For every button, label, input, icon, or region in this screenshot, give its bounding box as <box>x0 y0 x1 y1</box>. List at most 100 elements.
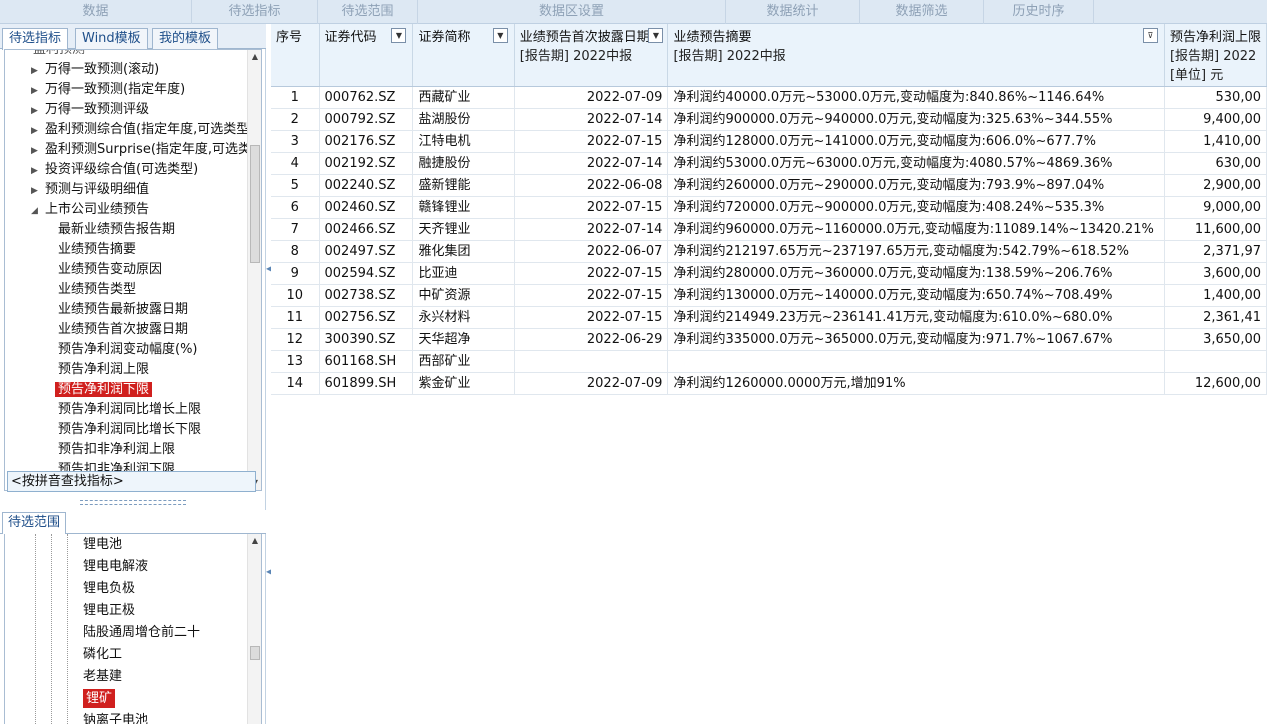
toolbar-section-indicators[interactable]: 待选指标 <box>192 0 318 24</box>
header-first-date[interactable]: 业绩预告首次披露日期 [报告期] 2022中报 ▼ <box>514 24 669 87</box>
tree-sub-item[interactable]: 预告净利润上限 <box>55 360 149 380</box>
table-row[interactable]: 14 601899.SH 紫金矿业 2022-07-09 净利润约1260000.000… <box>271 372 1267 395</box>
cell-code[interactable]: 002738.SZ <box>319 284 414 307</box>
cell-code[interactable]: 002756.SZ <box>319 306 414 329</box>
cell-date[interactable]: 2022-07-14 <box>514 152 669 175</box>
cell-code[interactable]: 601899.SH <box>319 372 414 395</box>
cell-summary[interactable]: 净利润约960000.0万元~1160000.0万元,变动幅度为:11089.1… <box>667 218 1165 241</box>
cell-name[interactable]: 赣锋锂业 <box>412 196 515 219</box>
tab-wind-template[interactable]: Wind模板 <box>75 28 148 49</box>
tree-sub-item[interactable]: 预告扣非净利润上限 <box>55 440 175 460</box>
tree-sub-item[interactable]: 业绩预告变动原因 <box>55 260 162 280</box>
cell-name[interactable]: 盐湖股份 <box>412 108 515 131</box>
cell-seq[interactable]: 2 <box>271 108 320 131</box>
table-row[interactable]: 4 002192.SZ 融捷股份 2022-07-14 净利润约53000.0万元~63… <box>271 152 1267 175</box>
tree-scrollbar[interactable]: ▲ ▼ <box>247 50 261 490</box>
cell-code[interactable]: 601168.SH <box>319 350 414 373</box>
tree-item[interactable]: ▶ 万得一致预测(滚动) <box>31 60 159 80</box>
cell-summary[interactable]: 净利润约214949.23万元~236141.41万元,变动幅度为:610.0%… <box>667 306 1165 329</box>
range-list-item[interactable]: 钠离子电池 <box>83 710 148 724</box>
tab-indicators[interactable]: 待选指标 <box>2 28 69 50</box>
toolbar-section-data-area[interactable]: 数据区设置 <box>418 0 726 24</box>
tree-sub-item[interactable]: 业绩预告摘要 <box>55 240 136 260</box>
tree-sub-item[interactable]: 最新业绩预告报告期 <box>55 220 175 240</box>
tab-range[interactable]: 待选范围 <box>2 512 67 534</box>
header-code[interactable]: 证券代码 ▼ <box>319 24 414 87</box>
cell-date[interactable]: 2022-07-15 <box>514 284 669 307</box>
cell-seq[interactable]: 6 <box>271 196 320 219</box>
toolbar-section-statistics[interactable]: 数据统计 <box>726 0 860 24</box>
dropdown-filter-icon[interactable]: ▼ <box>391 28 407 43</box>
cell-date[interactable]: 2022-06-07 <box>514 240 669 263</box>
pinyin-search-input[interactable]: <按拼音查找指标> <box>7 471 256 492</box>
cell-name[interactable]: 永兴材料 <box>412 306 515 329</box>
cell-date[interactable]: 2022-07-15 <box>514 306 669 329</box>
cell-seq[interactable]: 9 <box>271 262 320 285</box>
toolbar-section-history[interactable]: 历史时序 <box>984 0 1094 24</box>
range-list-item[interactable]: 锂电正极 <box>83 600 135 622</box>
range-list-item[interactable]: 锂电电解液 <box>83 556 148 578</box>
cell-summary[interactable]: 净利润约130000.0万元~140000.0万元,变动幅度为:650.74%~… <box>667 284 1165 307</box>
cell-summary[interactable]: 净利润约212197.65万元~237197.65万元,变动幅度为:542.79… <box>667 240 1165 263</box>
cell-date[interactable]: 2022-07-15 <box>514 262 669 285</box>
cell-date[interactable]: 2022-07-15 <box>514 130 669 153</box>
cell-code[interactable]: 000762.SZ <box>319 86 414 109</box>
cell-seq[interactable]: 11 <box>271 306 320 329</box>
expand-triangle-icon[interactable]: ▶ <box>31 181 45 201</box>
tree-item[interactable]: ▶ 万得一致预测评级 <box>31 100 149 120</box>
expand-triangle-icon[interactable]: ▶ <box>31 61 45 81</box>
toolbar-section-data[interactable]: 数据 <box>0 0 192 24</box>
table-row[interactable]: 8 002497.SZ 雅化集团 2022-06-07 净利润约212197.65万元~… <box>271 240 1267 263</box>
tree-item-partial[interactable]: 盈利预测 <box>33 50 85 60</box>
table-row[interactable]: 13 601168.SH 西部矿业 <box>271 350 1267 373</box>
cell-upper[interactable]: 3,650,00 <box>1164 328 1267 351</box>
table-row[interactable]: 5 002240.SZ 盛新锂能 2022-06-08 净利润约260000.0万元~2… <box>271 174 1267 197</box>
cell-summary[interactable]: 净利润约900000.0万元~940000.0万元,变动幅度为:325.63%~… <box>667 108 1165 131</box>
cell-summary[interactable]: 净利润约53000.0万元~63000.0万元,变动幅度为:4080.57%~4… <box>667 152 1165 175</box>
cell-summary[interactable]: 净利润约260000.0万元~290000.0万元,变动幅度为:793.9%~8… <box>667 174 1165 197</box>
cell-date[interactable]: 2022-07-09 <box>514 372 669 395</box>
cell-upper[interactable]: 630,00 <box>1164 152 1267 175</box>
cell-seq[interactable]: 12 <box>271 328 320 351</box>
cell-name[interactable]: 中矿资源 <box>412 284 515 307</box>
collapse-triangle-icon[interactable]: ◢ <box>31 201 45 221</box>
table-row[interactable]: 9 002594.SZ 比亚迪 2022-07-15 净利润约280000.0万元~36… <box>271 262 1267 285</box>
header-seq[interactable]: 序号 <box>271 24 320 87</box>
cell-date[interactable] <box>514 350 669 373</box>
cell-code[interactable]: 002192.SZ <box>319 152 414 175</box>
tree-sub-item[interactable]: 业绩预告首次披露日期 <box>55 320 188 340</box>
tree-item[interactable]: ▶ 盈利预测综合值(指定年度,可选类型 <box>31 120 249 140</box>
cell-code[interactable]: 002176.SZ <box>319 130 414 153</box>
table-row[interactable]: 1 000762.SZ 西藏矿业 2022-07-09 净利润约40000.0万元~53… <box>271 86 1267 109</box>
expand-triangle-icon[interactable]: ▶ <box>31 101 45 121</box>
cell-upper[interactable]: 12,600,00 <box>1164 372 1267 395</box>
tree-item[interactable]: ▶ 万得一致预测(指定年度) <box>31 80 185 100</box>
cell-name[interactable]: 融捷股份 <box>412 152 515 175</box>
cell-summary[interactable] <box>667 350 1165 373</box>
cell-date[interactable]: 2022-07-09 <box>514 86 669 109</box>
cell-upper[interactable]: 11,600,00 <box>1164 218 1267 241</box>
range-list-item[interactable]: 锂电池 <box>83 534 122 556</box>
cell-code[interactable]: 002466.SZ <box>319 218 414 241</box>
cell-date[interactable]: 2022-07-15 <box>514 196 669 219</box>
cell-code[interactable]: 002594.SZ <box>319 262 414 285</box>
cell-summary[interactable]: 净利润约128000.0万元~141000.0万元,变动幅度为:606.0%~6… <box>667 130 1165 153</box>
cell-upper[interactable]: 9,000,00 <box>1164 196 1267 219</box>
cell-name[interactable]: 紫金矿业 <box>412 372 515 395</box>
cell-summary[interactable]: 净利润约280000.0万元~360000.0万元,变动幅度为:138.59%~… <box>667 262 1165 285</box>
cell-name[interactable]: 西藏矿业 <box>412 86 515 109</box>
cell-summary[interactable]: 净利润约1260000.0000万元,增加91% <box>667 372 1165 395</box>
cell-code[interactable]: 002240.SZ <box>319 174 414 197</box>
cell-seq[interactable]: 3 <box>271 130 320 153</box>
dropdown-filter-icon[interactable]: ▼ <box>648 28 664 43</box>
header-upper[interactable]: 预告净利润上限 [报告期] 2022 [单位] 元 <box>1164 24 1267 87</box>
table-row[interactable]: 12 300390.SZ 天华超净 2022-06-29 净利润约335000.0万元~… <box>271 328 1267 351</box>
toolbar-section-filter[interactable]: 数据筛选 <box>860 0 984 24</box>
cell-code[interactable]: 002460.SZ <box>319 196 414 219</box>
range-scrollbar[interactable]: ▲ <box>247 534 261 724</box>
cell-summary[interactable]: 净利润约335000.0万元~365000.0万元,变动幅度为:971.7%~1… <box>667 328 1165 351</box>
cell-upper[interactable]: 1,400,00 <box>1164 284 1267 307</box>
cell-date[interactable]: 2022-07-14 <box>514 218 669 241</box>
cell-code[interactable]: 002497.SZ <box>319 240 414 263</box>
cell-name[interactable]: 雅化集团 <box>412 240 515 263</box>
